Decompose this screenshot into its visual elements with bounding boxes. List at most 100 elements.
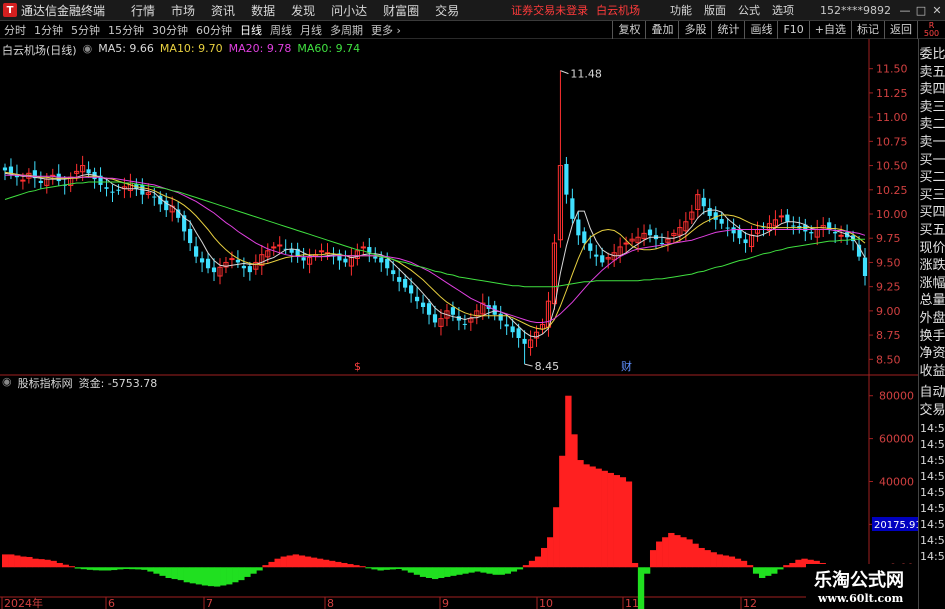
menu-bar: T 通达信金融终端 行情 市场 资讯 数据 发现 问小达 财富圈 交易 证券交易… bbox=[0, 0, 945, 21]
trade-time: 14:56 bbox=[920, 534, 945, 547]
overlay-button[interactable]: 叠加 bbox=[645, 21, 678, 39]
side-tab-trade[interactable]: 交易 bbox=[919, 402, 945, 419]
side-tab[interactable]: 买三 bbox=[919, 187, 945, 204]
menu-item-layout[interactable]: 版面 bbox=[698, 2, 732, 18]
candle-body bbox=[743, 239, 748, 244]
menu-item-discover[interactable]: 发现 bbox=[283, 2, 323, 19]
fund-flow-bar bbox=[310, 557, 318, 568]
candle-body bbox=[450, 307, 456, 315]
fund-flow-bar bbox=[268, 561, 275, 568]
candle-body bbox=[778, 215, 784, 218]
fund-flow-bar bbox=[371, 567, 378, 570]
period-tab-daily[interactable]: 日线 bbox=[236, 22, 266, 38]
candle-body bbox=[838, 234, 844, 237]
fund-flow-bar bbox=[244, 567, 251, 577]
statistics-button[interactable]: 统计 bbox=[711, 21, 744, 39]
side-tab[interactable]: 涨幅 bbox=[919, 275, 945, 292]
fund-flow-bar bbox=[213, 567, 221, 587]
draw-line-button[interactable]: 画线 bbox=[744, 21, 777, 39]
fund-flow-bar bbox=[486, 567, 493, 574]
sub-legend-toggle-icon[interactable]: ◉ bbox=[2, 375, 12, 391]
period-tab-more[interactable]: 更多 › bbox=[367, 22, 405, 38]
side-tab-trade[interactable]: 自动 bbox=[919, 384, 945, 401]
period-tab-30min[interactable]: 30分钟 bbox=[148, 22, 192, 38]
mark-button[interactable]: 标记 bbox=[851, 21, 884, 39]
candle-body bbox=[647, 229, 653, 236]
fund-flow-bar bbox=[444, 567, 451, 577]
fund-flow-bar bbox=[789, 562, 796, 568]
side-tab[interactable]: 总量 bbox=[919, 292, 945, 309]
fund-flow-bar bbox=[528, 560, 536, 568]
fund-flow-bar bbox=[201, 567, 209, 586]
menu-item-trade[interactable]: 交易 bbox=[427, 2, 467, 19]
side-tab[interactable]: 换手 bbox=[919, 328, 945, 345]
side-tab[interactable]: 买一 bbox=[919, 152, 945, 169]
side-tab[interactable]: 外盘 bbox=[919, 310, 945, 327]
side-tab[interactable]: 买五 bbox=[919, 222, 945, 239]
fund-value-label: 资金: -5753.78 bbox=[78, 377, 158, 390]
side-tab[interactable]: 现价 bbox=[919, 240, 945, 257]
period-tab-weekly[interactable]: 周线 bbox=[266, 22, 296, 38]
fund-flow-bar bbox=[189, 567, 197, 584]
fund-flow-bar bbox=[80, 567, 88, 570]
f10-button[interactable]: F10 bbox=[777, 21, 808, 39]
add-watchlist-button[interactable]: +自选 bbox=[808, 21, 851, 39]
side-tab[interactable]: 卖四 bbox=[919, 81, 945, 98]
chart-canvas[interactable]: 8.50 8.75 9.00 9.25 9.50 9.75 10.00 10.25 10.50 1… bbox=[0, 39, 918, 609]
fund-flow-bar bbox=[177, 567, 184, 581]
fund-flow-bar bbox=[359, 566, 366, 568]
period-tab-multi[interactable]: 多周期 bbox=[326, 22, 367, 38]
minimize-icon[interactable]: — bbox=[897, 4, 913, 17]
menu-item-functions[interactable]: 功能 bbox=[664, 2, 698, 18]
legend-toggle-icon[interactable]: ◉ bbox=[83, 42, 93, 58]
user-account[interactable]: 152****9892 bbox=[820, 4, 891, 17]
candle-body bbox=[289, 249, 294, 253]
menu-item-wealth[interactable]: 财富圈 bbox=[375, 2, 427, 19]
menu-item-formula[interactable]: 公式 bbox=[732, 2, 766, 18]
right-panel-toggle[interactable]: R 500 bbox=[917, 21, 945, 39]
fund-flow-bar bbox=[534, 556, 542, 568]
period-tab-15min[interactable]: 15分钟 bbox=[104, 22, 148, 38]
maximize-icon[interactable]: □ bbox=[913, 4, 929, 17]
menu-item-data[interactable]: 数据 bbox=[243, 2, 283, 19]
period-tab-timeshare[interactable]: 分时 bbox=[0, 22, 30, 38]
side-tab[interactable]: 涨跌 bbox=[919, 257, 945, 274]
fund-flow-bar bbox=[395, 567, 402, 569]
side-tab[interactable]: 委比 bbox=[919, 46, 945, 63]
fund-flow-bar bbox=[419, 567, 427, 577]
back-button[interactable]: 返回 bbox=[884, 21, 917, 39]
trade-time: 14:56 bbox=[920, 550, 945, 563]
candle-body bbox=[116, 189, 121, 191]
side-tab[interactable]: 卖三 bbox=[919, 99, 945, 116]
adjust-button[interactable]: 复权 bbox=[612, 21, 645, 39]
fund-flow-bar bbox=[56, 562, 63, 568]
fund-flow-bar bbox=[353, 565, 360, 568]
side-tab[interactable]: 收益 bbox=[919, 363, 945, 380]
side-tab[interactable]: 买二 bbox=[919, 169, 945, 186]
menu-item-options[interactable]: 选项 bbox=[766, 2, 800, 18]
chart-annotations: 11.48 8.45 $ 财 bbox=[354, 68, 632, 374]
fund-flow-bar bbox=[129, 567, 136, 570]
period-tab-monthly[interactable]: 月线 bbox=[296, 22, 326, 38]
period-tab-1min[interactable]: 1分钟 bbox=[30, 22, 67, 38]
fund-flow-bar bbox=[631, 562, 639, 568]
side-tab[interactable]: 卖二 bbox=[919, 116, 945, 133]
side-tab[interactable]: 买四 bbox=[919, 204, 945, 221]
menu-item-ask[interactable]: 问小达 bbox=[323, 2, 375, 19]
side-tab[interactable]: 卖一 bbox=[919, 134, 945, 151]
close-icon[interactable]: ✕ bbox=[929, 4, 945, 17]
fund-flow-bar bbox=[698, 547, 705, 568]
candle-body bbox=[833, 231, 838, 234]
low-marker-line bbox=[524, 363, 533, 367]
multi-stock-button[interactable]: 多股 bbox=[678, 21, 711, 39]
ma10-label: MA10: 9.70 bbox=[159, 42, 223, 55]
menu-item-market[interactable]: 市场 bbox=[163, 2, 203, 19]
menu-item-news[interactable]: 资讯 bbox=[203, 2, 243, 19]
side-tab[interactable]: 净资 bbox=[919, 345, 945, 362]
period-tab-5min[interactable]: 5分钟 bbox=[67, 22, 104, 38]
fund-flow-bar bbox=[104, 567, 112, 571]
period-tab-60min[interactable]: 60分钟 bbox=[192, 22, 236, 38]
broker-login-status[interactable]: 证券交易未登录 bbox=[511, 2, 588, 18]
side-tab[interactable]: 卖五 bbox=[919, 64, 945, 81]
menu-item-quotes[interactable]: 行情 bbox=[123, 2, 163, 19]
